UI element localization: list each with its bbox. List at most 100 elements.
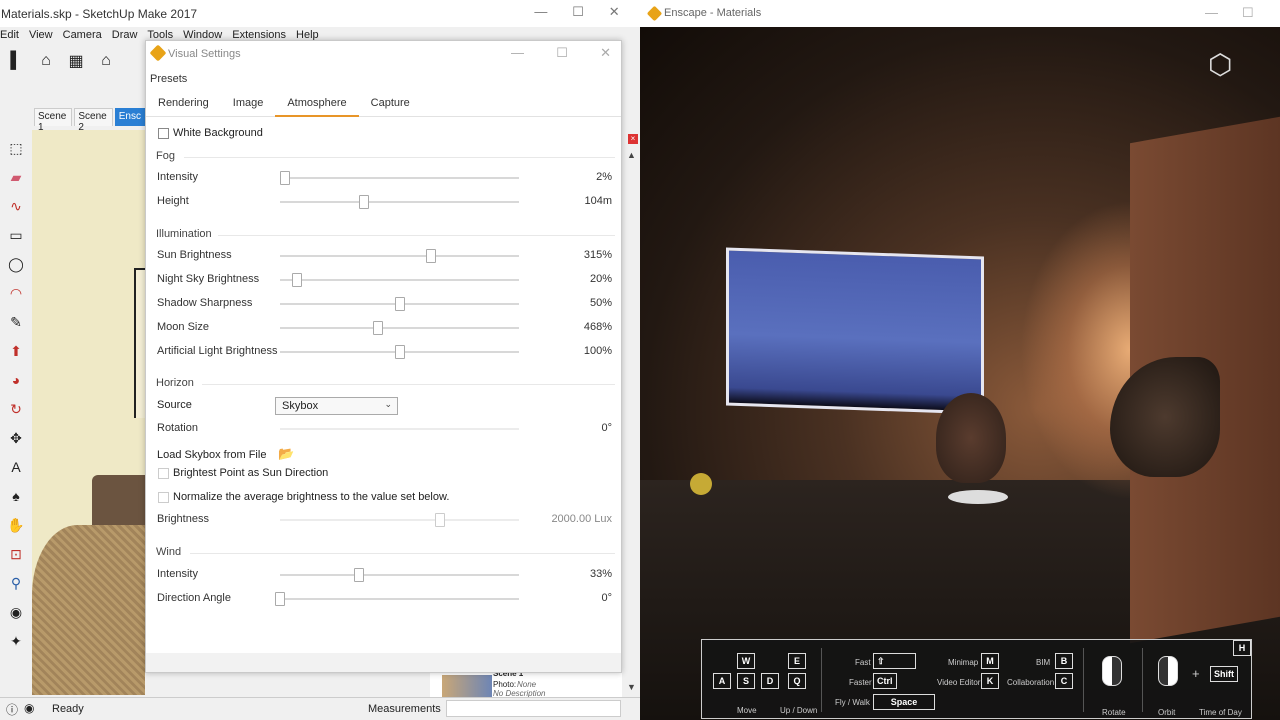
scrollbar[interactable]: × ▲ ▼ bbox=[622, 130, 640, 695]
key-h[interactable]: H bbox=[1233, 640, 1251, 656]
home-icon[interactable]: ⌂ bbox=[34, 49, 58, 73]
night-sky-brightness-slider[interactable] bbox=[280, 273, 519, 287]
warehouse-icon[interactable]: ▦ bbox=[64, 49, 88, 73]
zoom-icon[interactable]: ⚲ bbox=[5, 571, 27, 595]
menu-draw[interactable]: Draw bbox=[112, 27, 144, 43]
shadow-sharpness-slider[interactable] bbox=[280, 297, 519, 311]
fog-intensity-slider[interactable] bbox=[279, 171, 519, 185]
menu-camera[interactable]: Camera bbox=[63, 27, 108, 43]
folder-icon[interactable]: 📂 bbox=[278, 446, 294, 462]
visual-settings-dialog: Visual Settings — ☐ ✕ Presets Rendering … bbox=[145, 40, 622, 673]
presets-menu[interactable]: Presets bbox=[150, 73, 187, 85]
maximize-icon[interactable]: ☐ bbox=[1242, 5, 1254, 21]
paint-bucket-icon[interactable]: ♠ bbox=[5, 484, 27, 508]
minimize-icon[interactable]: — bbox=[1205, 5, 1218, 20]
pencil-icon[interactable]: ✎ bbox=[5, 310, 27, 334]
scene-tab-2[interactable]: Scene 2 bbox=[74, 108, 113, 133]
key-shift-small: ⇧ bbox=[873, 653, 916, 669]
circle-icon[interactable]: ◯ bbox=[5, 252, 27, 276]
tab-rendering[interactable]: Rendering bbox=[146, 93, 221, 117]
slider-thumb[interactable] bbox=[425, 249, 436, 263]
scene-tabs: Scene 1 Scene 2 Ensc bbox=[0, 108, 145, 133]
minimize-icon[interactable]: — bbox=[534, 4, 547, 24]
text-icon[interactable]: A bbox=[5, 455, 27, 479]
eye-icon[interactable]: ◉ bbox=[5, 600, 27, 624]
arc-icon[interactable]: ◠ bbox=[5, 281, 27, 305]
sketchup-viewport[interactable] bbox=[32, 130, 145, 695]
status-text: Ready bbox=[52, 703, 84, 715]
minimize-icon[interactable]: — bbox=[511, 45, 524, 61]
view-cube-icon[interactable]: ⬡ bbox=[1208, 48, 1232, 81]
slider-thumb[interactable] bbox=[279, 171, 290, 185]
freehand-icon[interactable]: ∿ bbox=[5, 194, 27, 218]
key-q: Q bbox=[788, 673, 806, 689]
user-icon[interactable]: ◉ bbox=[24, 701, 34, 715]
scene-photo-value: None bbox=[517, 680, 537, 689]
brightness-row: Brightness 2000.00 Lux bbox=[157, 512, 612, 528]
dialog-title: Visual Settings bbox=[168, 48, 241, 60]
slider-thumb[interactable] bbox=[435, 513, 446, 527]
wind-intensity-slider[interactable] bbox=[280, 568, 519, 582]
slider-thumb[interactable] bbox=[394, 345, 405, 359]
brightest-point-checkbox[interactable] bbox=[158, 468, 169, 479]
rotation-value: 0° bbox=[601, 422, 612, 434]
zoom-extents-icon[interactable]: ⊡ bbox=[5, 542, 27, 566]
scene-tab-1[interactable]: Scene 1 bbox=[34, 108, 73, 133]
maximize-icon[interactable]: ☐ bbox=[556, 45, 568, 61]
settings-tabs: Rendering Image Atmosphere Capture bbox=[146, 93, 621, 117]
menu-edit[interactable]: Edit bbox=[0, 27, 25, 43]
fast-label: Fast bbox=[855, 658, 871, 667]
shadow-sharpness-row: Shadow Sharpness 50% bbox=[157, 296, 612, 312]
sketchup-title: Materials.skp - SketchUp Make 2017 bbox=[1, 7, 198, 21]
close-icon[interactable]: ✕ bbox=[600, 45, 611, 61]
direction-angle-slider[interactable] bbox=[275, 592, 519, 606]
fog-intensity-label: Intensity bbox=[157, 171, 198, 183]
source-dropdown[interactable]: Skybox ⌄ bbox=[275, 397, 398, 415]
rectangle-icon[interactable]: ▭ bbox=[5, 223, 27, 247]
move-label: Move bbox=[737, 706, 757, 715]
wind-intensity-label: Intensity bbox=[157, 568, 198, 580]
white-background-checkbox[interactable] bbox=[158, 128, 169, 139]
normalize-checkbox[interactable] bbox=[158, 492, 169, 503]
rotation-slider[interactable] bbox=[280, 428, 519, 430]
tab-atmosphere[interactable]: Atmosphere bbox=[275, 93, 359, 117]
tab-capture[interactable]: Capture bbox=[359, 93, 422, 117]
fog-height-label: Height bbox=[157, 195, 189, 207]
scene-tab-enscape[interactable]: Ensc bbox=[114, 108, 145, 126]
render-viewport[interactable]: ⬡ bbox=[640, 27, 1280, 720]
brightness-slider[interactable] bbox=[280, 513, 519, 527]
measurements-input[interactable] bbox=[446, 700, 621, 717]
eraser-icon[interactable]: ▰ bbox=[5, 165, 27, 189]
slider-thumb[interactable] bbox=[394, 297, 405, 311]
direction-angle-row: Direction Angle 0° bbox=[157, 591, 612, 607]
scene-thumbnail[interactable] bbox=[442, 675, 492, 697]
house-icon[interactable]: ⌂ bbox=[94, 49, 118, 73]
close-icon[interactable]: ✕ bbox=[609, 4, 620, 24]
book-icon[interactable]: ▌ bbox=[4, 49, 28, 73]
select-icon[interactable]: ⬚ bbox=[5, 136, 27, 160]
slider-thumb[interactable] bbox=[372, 321, 383, 335]
moon-size-slider[interactable] bbox=[280, 321, 519, 335]
artificial-light-brightness-slider[interactable] bbox=[280, 345, 519, 359]
enscape-title: Enscape - Materials bbox=[664, 7, 762, 19]
pan-icon[interactable]: ✋ bbox=[5, 513, 27, 537]
slider-thumb[interactable] bbox=[358, 195, 369, 209]
normalize-label: Normalize the average brightness to the … bbox=[173, 491, 450, 503]
slider-thumb[interactable] bbox=[275, 592, 285, 606]
maximize-icon[interactable]: ☐ bbox=[572, 4, 584, 24]
tab-image[interactable]: Image bbox=[221, 93, 276, 117]
push-pull-icon[interactable]: ⬆ bbox=[5, 339, 27, 363]
slider-thumb[interactable] bbox=[291, 273, 302, 287]
follow-me-icon[interactable]: ◕ bbox=[5, 368, 27, 392]
rotate-icon[interactable]: ↻ bbox=[5, 397, 27, 421]
info-icon[interactable]: ⓘ bbox=[6, 701, 18, 718]
move-icon[interactable]: ✥ bbox=[5, 426, 27, 450]
chair bbox=[936, 393, 1006, 483]
slider-thumb[interactable] bbox=[353, 568, 364, 582]
enscape-logo-icon bbox=[149, 44, 167, 62]
sun-brightness-slider[interactable] bbox=[280, 249, 519, 263]
menu-view[interactable]: View bbox=[29, 27, 59, 43]
walk-icon[interactable]: ✦ bbox=[5, 629, 27, 653]
fog-height-slider[interactable] bbox=[280, 195, 519, 209]
key-b: B bbox=[1055, 653, 1073, 669]
